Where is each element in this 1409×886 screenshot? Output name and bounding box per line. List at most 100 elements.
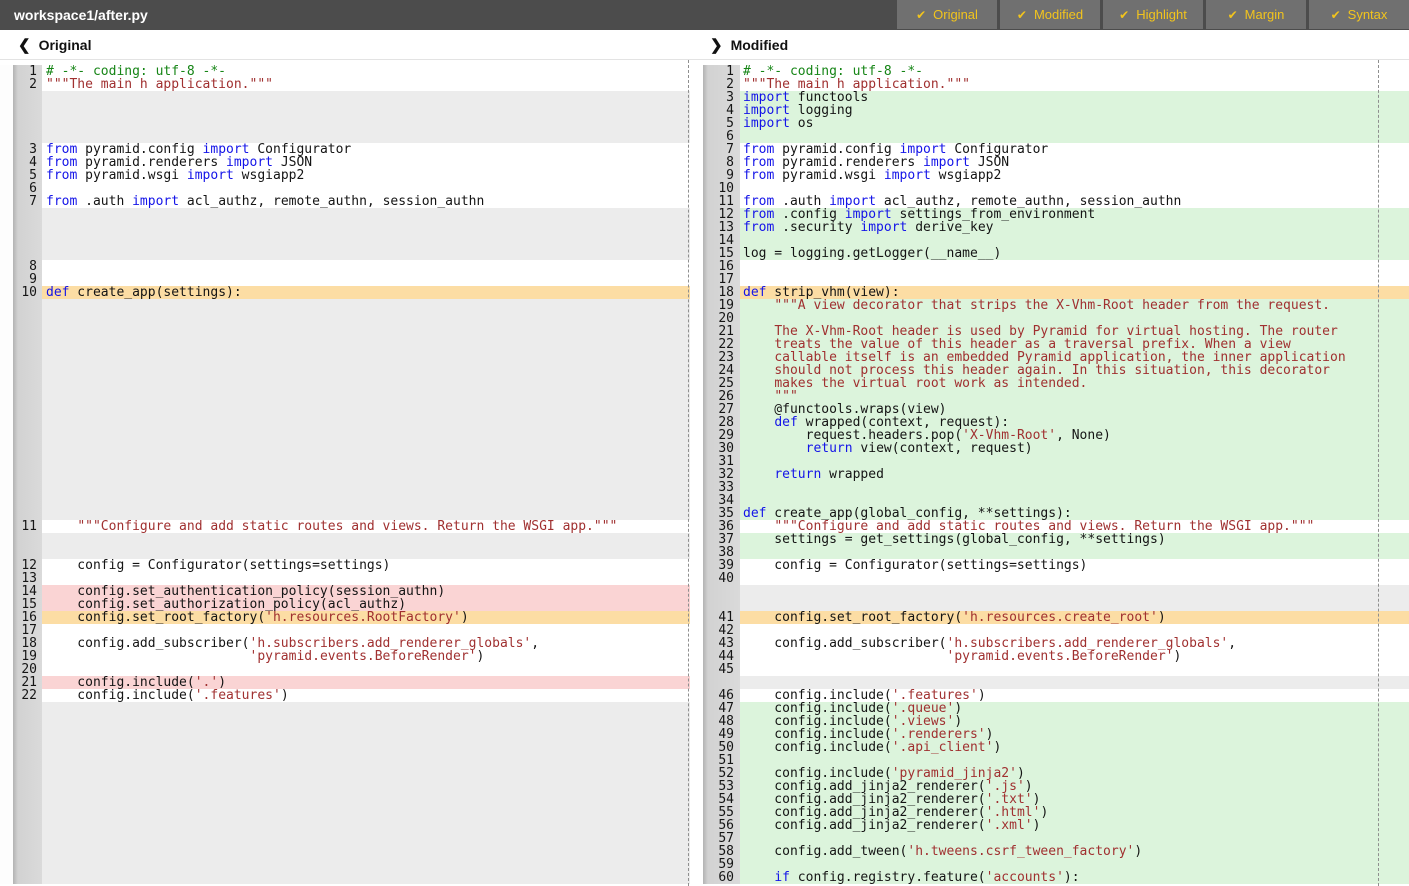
pane-edge: [690, 221, 703, 234]
line-number: [13, 780, 42, 793]
code-text: from .security import derive_key: [740, 221, 1409, 234]
diff-filler-row: [0, 780, 690, 793]
pane-edge: [690, 741, 703, 754]
pane-headers: ❮ Original ❯ Modified: [0, 30, 1409, 60]
code-text: [42, 377, 690, 390]
pane-edge: [690, 143, 703, 156]
code-text: from pyramid.wsgi import wsgiapp2: [740, 169, 1409, 182]
code-text: [42, 299, 690, 312]
toolbar-button-label: Margin: [1245, 7, 1285, 22]
code-line: 9from pyramid.wsgi import wsgiapp2: [690, 169, 1409, 182]
line-number: 1: [703, 65, 740, 78]
original-pane[interactable]: 1# -*- coding: utf-8 -*-2"""The main h a…: [0, 60, 690, 886]
pane-edge: [690, 520, 703, 533]
pane-edge: [0, 572, 13, 585]
pane-edge: [690, 663, 703, 676]
pane-edge: [0, 273, 13, 286]
diff-filler-row: [0, 416, 690, 429]
diff-code-area: 1# -*- coding: utf-8 -*-2"""The main h a…: [0, 60, 1409, 886]
diff-filler-row: [0, 234, 690, 247]
code-text: [42, 780, 690, 793]
code-text: [42, 871, 690, 884]
code-text: def create_app(settings):: [42, 286, 690, 299]
line-number: 60: [703, 871, 740, 884]
pane-edge: [690, 598, 703, 611]
toolbar-button-label: Highlight: [1136, 7, 1187, 22]
toolbar-button-highlight[interactable]: ✔ Highlight: [1103, 0, 1203, 29]
pane-edge: [690, 403, 703, 416]
diff-filler-row: [0, 390, 690, 403]
code-line: 44 'pyramid.events.BeforeRender'): [690, 650, 1409, 663]
code-text: [740, 585, 1409, 598]
diff-filler-row: [0, 429, 690, 442]
code-text: [740, 663, 1409, 676]
pane-edge: [0, 403, 13, 416]
pane-edge: [0, 546, 13, 559]
line-number: 3: [13, 143, 42, 156]
line-number: [13, 702, 42, 715]
toolbar-button-original[interactable]: ✔Original: [897, 0, 997, 29]
line-number: 4: [703, 104, 740, 117]
toolbar-button-syntax[interactable]: ✔Syntax: [1309, 0, 1409, 29]
code-text: [42, 221, 690, 234]
pane-edge: [690, 312, 703, 325]
toolbar-button-margin[interactable]: ✔Margin: [1206, 0, 1306, 29]
toolbar-button-modified[interactable]: ✔Modified: [1000, 0, 1100, 29]
code-text: return wrapped: [740, 468, 1409, 481]
pane-edge: [0, 390, 13, 403]
line-number: 6: [13, 182, 42, 195]
pane-edge: [690, 585, 703, 598]
check-icon: ✔: [1119, 8, 1129, 22]
code-text: """The main h application.""": [42, 78, 690, 91]
diff-filler-row: [0, 494, 690, 507]
title-bar: workspace1/after.py ✔Original✔Modified✔H…: [0, 0, 1409, 30]
code-text: config.set_root_factory('h.resources.cre…: [740, 611, 1409, 624]
pane-header-modified-label: Modified: [731, 37, 789, 53]
code-line: 41 config.set_root_factory('h.resources.…: [690, 611, 1409, 624]
code-text: [740, 572, 1409, 585]
pane-edge: [0, 533, 13, 546]
line-number: [13, 715, 42, 728]
pane-edge: [0, 169, 13, 182]
line-number: 3: [703, 91, 740, 104]
modified-pane[interactable]: 1# -*- coding: utf-8 -*-2"""The main h a…: [690, 60, 1409, 886]
line-number: [13, 494, 42, 507]
code-text: return view(context, request): [740, 442, 1409, 455]
code-text: import logging: [740, 104, 1409, 117]
pane-edge: [690, 819, 703, 832]
code-text: [42, 338, 690, 351]
diff-filler-row: [0, 117, 690, 130]
line-number: 7: [703, 143, 740, 156]
modified-code-rows: 1# -*- coding: utf-8 -*-2"""The main h a…: [690, 60, 1409, 884]
diff-filler-row: [0, 754, 690, 767]
code-text: [42, 806, 690, 819]
pane-edge: [0, 78, 13, 91]
code-text: [42, 533, 690, 546]
pane-edge: [690, 156, 703, 169]
code-line: 39 config = Configurator(settings=settin…: [690, 559, 1409, 572]
line-number: [13, 806, 42, 819]
pane-edge: [690, 182, 703, 195]
pane-edge: [0, 507, 13, 520]
pane-edge: [690, 780, 703, 793]
code-line: 16 config.set_root_factory('h.resources.…: [0, 611, 690, 624]
pane-edge: [690, 481, 703, 494]
pane-edge: [690, 871, 703, 884]
line-number: 10: [13, 286, 42, 299]
pane-edge: [690, 533, 703, 546]
pane-edge: [690, 546, 703, 559]
code-line: 45: [690, 663, 1409, 676]
pane-edge: [0, 286, 13, 299]
toolbar-button-label: Original: [933, 7, 978, 22]
pane-edge: [690, 728, 703, 741]
pane-edge: [690, 507, 703, 520]
code-line: 30 return view(context, request): [690, 442, 1409, 455]
code-text: [42, 494, 690, 507]
diff-filler-row: [0, 832, 690, 845]
pane-edge: [0, 429, 13, 442]
line-number: [13, 130, 42, 143]
pane-edge: [0, 832, 13, 845]
pane-edge: [690, 117, 703, 130]
line-number: [13, 403, 42, 416]
pane-edge: [0, 871, 13, 884]
